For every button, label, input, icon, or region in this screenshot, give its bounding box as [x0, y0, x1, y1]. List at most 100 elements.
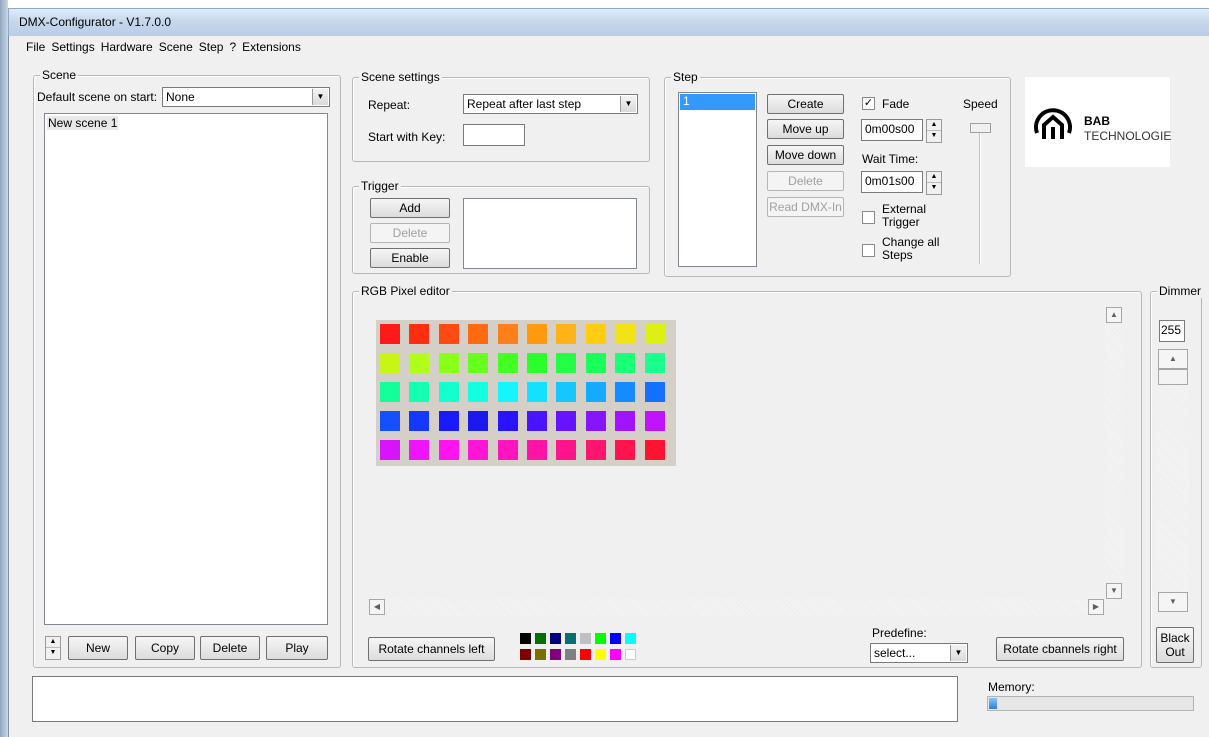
pixel-cell[interactable]: [527, 382, 547, 402]
pixel-cell[interactable]: [527, 353, 547, 373]
dimmer-value-input[interactable]: 255: [1159, 320, 1185, 342]
new-scene-button[interactable]: New: [68, 636, 128, 660]
speed-slider-track[interactable]: [979, 127, 981, 264]
pixel-cell[interactable]: [644, 440, 665, 460]
pixel-cell[interactable]: [527, 440, 547, 460]
pixel-cell[interactable]: [380, 324, 400, 344]
palette-color-swatch[interactable]: [580, 649, 591, 660]
fade-time-spinner[interactable]: ▲ ▼: [926, 119, 942, 143]
read-dmx-in-button[interactable]: Read DMX-In: [767, 197, 844, 217]
horizontal-scrollbar[interactable]: [368, 598, 1105, 616]
scroll-up-icon[interactable]: ▲: [1106, 307, 1122, 323]
step-list[interactable]: 1: [678, 92, 757, 267]
pixel-cell[interactable]: [497, 440, 518, 460]
pixel-cell[interactable]: [585, 411, 606, 431]
pixel-cell[interactable]: [556, 411, 577, 431]
play-scene-button[interactable]: Play: [266, 636, 328, 660]
menu-help[interactable]: ?: [226, 37, 239, 54]
pixel-cell[interactable]: [615, 411, 636, 431]
scene-list-item[interactable]: New scene 1: [47, 116, 119, 130]
palette-color-swatch[interactable]: [625, 649, 636, 660]
pixel-cell[interactable]: [585, 324, 606, 344]
external-trigger-checkbox[interactable]: [862, 211, 875, 224]
pixel-cell[interactable]: [468, 324, 489, 344]
palette-color-swatch[interactable]: [595, 633, 606, 644]
scroll-right-icon[interactable]: ▶: [1088, 599, 1104, 615]
step-create-button[interactable]: Create: [767, 94, 844, 114]
color-palette[interactable]: [520, 633, 640, 663]
pixel-cell[interactable]: [497, 411, 518, 431]
palette-color-swatch[interactable]: [565, 633, 576, 644]
pixel-cell[interactable]: [644, 353, 665, 373]
pixel-cell[interactable]: [380, 353, 400, 373]
pixel-cell[interactable]: [438, 353, 459, 373]
pixel-cell[interactable]: [585, 353, 606, 373]
pixel-cell[interactable]: [468, 382, 489, 402]
pixel-cell[interactable]: [438, 324, 459, 344]
trigger-delete-button[interactable]: Delete: [370, 223, 450, 243]
pixel-cell[interactable]: [409, 353, 430, 373]
step-list-item-selected[interactable]: 1: [680, 94, 755, 110]
dimmer-down-icon[interactable]: ▼: [1158, 592, 1188, 612]
pixel-cell[interactable]: [380, 411, 400, 431]
step-move-up-button[interactable]: Move up: [767, 119, 844, 139]
pixel-cell[interactable]: [615, 382, 636, 402]
trigger-list[interactable]: [463, 198, 637, 269]
pixel-cell[interactable]: [438, 382, 459, 402]
copy-scene-button[interactable]: Copy: [135, 636, 195, 660]
spin-up-icon[interactable]: ▲: [927, 172, 941, 183]
vertical-scrollbar[interactable]: [1105, 306, 1123, 606]
scene-list[interactable]: New scene 1: [44, 113, 328, 625]
scroll-down-icon[interactable]: ▼: [1106, 583, 1122, 599]
menu-extensions[interactable]: Extensions: [239, 37, 304, 54]
menu-hardware[interactable]: Hardware: [98, 37, 156, 54]
change-all-steps-checkbox[interactable]: [862, 244, 875, 257]
menu-scene[interactable]: Scene: [156, 37, 196, 54]
pixel-cell[interactable]: [409, 440, 430, 460]
blackout-button[interactable]: Black Out: [1156, 627, 1194, 663]
delete-scene-button[interactable]: Delete: [200, 636, 260, 660]
wait-time-input[interactable]: 0m01s00: [861, 171, 923, 193]
pixel-cell[interactable]: [556, 324, 577, 344]
pixel-cell[interactable]: [380, 382, 400, 402]
menu-settings[interactable]: Settings: [48, 37, 97, 54]
spin-up-icon[interactable]: ▲: [927, 120, 941, 131]
palette-color-swatch[interactable]: [535, 633, 546, 644]
palette-color-swatch[interactable]: [520, 633, 531, 644]
predefine-select[interactable]: select... ▼: [870, 643, 968, 663]
pixel-cell[interactable]: [468, 411, 489, 431]
pixel-cell[interactable]: [615, 324, 636, 344]
pixel-cell[interactable]: [497, 382, 518, 402]
title-bar[interactable]: DMX-Configurator - V1.7.0.0: [8, 8, 1209, 36]
palette-color-swatch[interactable]: [610, 649, 621, 660]
dimmer-up-icon[interactable]: ▲: [1158, 349, 1188, 369]
menu-step[interactable]: Step: [196, 37, 227, 54]
chevron-down-icon[interactable]: ▼: [620, 96, 636, 112]
log-output[interactable]: [32, 676, 958, 722]
start-key-input[interactable]: [463, 124, 525, 146]
palette-color-swatch[interactable]: [580, 633, 591, 644]
fade-time-input[interactable]: 0m00s00: [861, 119, 923, 141]
dimmer-scrollbar[interactable]: [1157, 347, 1189, 613]
pixel-cell[interactable]: [644, 324, 665, 344]
spin-down-icon[interactable]: ▼: [927, 131, 941, 142]
rotate-channels-left-button[interactable]: Rotate channels left: [368, 637, 495, 661]
pixel-cell[interactable]: [585, 440, 606, 460]
pixel-cell[interactable]: [409, 324, 430, 344]
palette-color-swatch[interactable]: [550, 633, 561, 644]
fade-checkbox[interactable]: ✓: [862, 97, 875, 110]
trigger-enable-button[interactable]: Enable: [370, 248, 450, 268]
pixel-cell[interactable]: [468, 353, 489, 373]
palette-color-swatch[interactable]: [595, 649, 606, 660]
pixel-cell[interactable]: [644, 382, 665, 402]
menu-file[interactable]: File: [9, 37, 48, 54]
scroll-left-icon[interactable]: ◀: [369, 599, 385, 615]
pixel-cell[interactable]: [556, 440, 577, 460]
spin-up-icon[interactable]: ▲: [46, 637, 60, 648]
palette-color-swatch[interactable]: [535, 649, 546, 660]
palette-color-swatch[interactable]: [550, 649, 561, 660]
step-move-down-button[interactable]: Move down: [767, 145, 844, 165]
pixel-cell[interactable]: [585, 382, 606, 402]
pixel-cell[interactable]: [556, 353, 577, 373]
chevron-down-icon[interactable]: ▼: [312, 89, 328, 105]
